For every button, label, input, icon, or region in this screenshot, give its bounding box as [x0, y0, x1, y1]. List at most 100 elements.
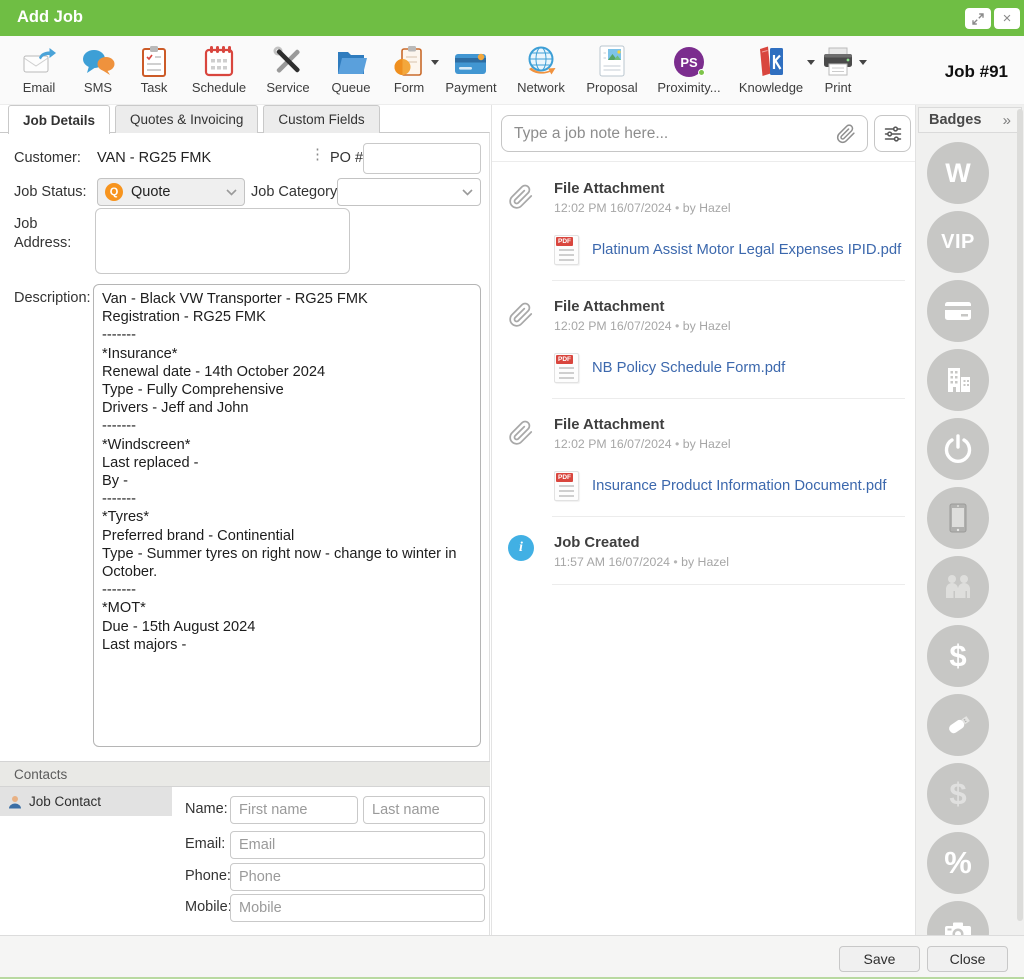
toolbar-network-button[interactable]: Network [512, 43, 570, 95]
dialog-title: Add Job [17, 8, 83, 27]
toolbar-schedule-button[interactable]: Schedule [188, 43, 250, 95]
entry-title: File Attachment [554, 299, 905, 315]
contacts-list: Job Contact [0, 787, 172, 935]
entry-timestamp: 12:02 PM 16/07/2024 [554, 201, 672, 215]
job-number: Job #91 [945, 62, 1008, 82]
attach-file-icon[interactable] [836, 123, 856, 145]
attachment-link[interactable]: Platinum Assist Motor Legal Expenses IPI… [592, 242, 901, 258]
paperclip-icon [508, 419, 534, 452]
print-dropdown-caret-icon[interactable] [859, 60, 867, 65]
job-address-textarea[interactable] [95, 208, 350, 274]
note-filter-button[interactable] [874, 115, 911, 152]
job-status-select[interactable]: Q Quote [97, 178, 245, 206]
people-icon [940, 570, 976, 604]
close-footer-button[interactable]: Close [927, 946, 1008, 972]
expand-button[interactable] [965, 8, 991, 29]
toolbar-knowledge-label: Knowledge [739, 80, 803, 95]
toolbar-schedule-label: Schedule [192, 80, 246, 95]
info-icon: i [508, 535, 534, 561]
dollar-badge[interactable]: $ [927, 625, 989, 687]
mobile-badge[interactable] [927, 487, 989, 549]
toolbar-proximity-label: Proximity... [657, 80, 720, 95]
description-textarea[interactable]: Van - Black VW Transporter - RG25 FMK Re… [93, 284, 481, 747]
close-button[interactable]: × [994, 8, 1020, 29]
payment-icon [454, 43, 488, 77]
first-name-input[interactable] [230, 796, 358, 824]
close-icon: × [1003, 11, 1012, 26]
contact-email-label: Email: [185, 836, 225, 852]
tab-custom-fields[interactable]: Custom Fields [263, 105, 379, 133]
proposal-icon [597, 43, 627, 77]
toolbar-payment-button[interactable]: Payment [442, 43, 500, 95]
toolbar-task-button[interactable]: Task [132, 43, 176, 95]
proximity-icon: PS [674, 43, 704, 77]
w-badge[interactable]: W [927, 142, 989, 204]
toolbar-service-button[interactable]: Service [262, 43, 314, 95]
entry-author: by Hazel [672, 201, 731, 215]
percent-badge[interactable]: % [927, 832, 989, 894]
toolbar-queue-button[interactable]: Queue [326, 43, 376, 95]
toolbar-proposal-button[interactable]: Proposal [582, 43, 642, 95]
tab-job-details[interactable]: Job Details [8, 105, 110, 134]
attachment-link[interactable]: NB Policy Schedule Form.pdf [592, 360, 785, 376]
filter-sliders-icon [883, 124, 903, 144]
network-icon [525, 43, 557, 77]
job-note-input[interactable] [501, 115, 868, 152]
building-badge[interactable] [927, 349, 989, 411]
job-details-panel: Customer: VAN - RG25 FMK ⋮ PO # Job Stat… [0, 132, 490, 935]
po-input[interactable] [363, 143, 481, 174]
tab-bar: Job Details Quotes & Invoicing Custom Fi… [8, 105, 380, 134]
schedule-icon [202, 43, 236, 77]
mobile-device-icon [941, 500, 975, 536]
knowledge-dropdown-caret-icon[interactable] [807, 60, 815, 65]
toolbar-knowledge-button[interactable]: Knowledge [736, 43, 806, 95]
credit-card-icon [940, 293, 976, 329]
dollar-faded-badge[interactable]: $ [927, 763, 989, 825]
vip-badge[interactable]: VIP [927, 211, 989, 273]
contact-email-input[interactable] [230, 831, 485, 859]
tab-quotes-invoicing[interactable]: Quotes & Invoicing [115, 105, 258, 133]
attachment-link[interactable]: Insurance Product Information Document.p… [592, 478, 886, 494]
toolbar-form-button[interactable]: Form [388, 43, 430, 95]
toolbar-email-button[interactable]: Email [14, 43, 64, 95]
person-icon [8, 795, 22, 809]
contact-phone-input[interactable] [230, 863, 485, 891]
paperclip-icon [508, 301, 534, 334]
camera-icon [940, 914, 976, 935]
entry-author: by Hazel [672, 437, 731, 451]
badges-collapse-icon[interactable]: » [1003, 112, 1011, 129]
chevron-down-icon [226, 189, 237, 196]
save-button[interactable]: Save [839, 946, 920, 972]
credit-card-badge[interactable] [927, 280, 989, 342]
badges-scrollbar[interactable] [1017, 109, 1023, 927]
footer-bar: Save Close [0, 935, 1024, 979]
toolbar-sms-button[interactable]: SMS [76, 43, 120, 95]
job-status-value: Quote [131, 184, 226, 200]
last-name-input[interactable] [363, 796, 485, 824]
toolbar-proximity-button[interactable]: PS Proximity... [654, 43, 724, 95]
entry-timestamp: 12:02 PM 16/07/2024 [554, 319, 672, 333]
activity-entry-attachment-3: File Attachment 12:02 PM 16/07/2024by Ha… [502, 399, 905, 517]
form-dropdown-caret-icon[interactable] [431, 60, 439, 65]
toolbar-network-label: Network [517, 80, 565, 95]
toolbar-print-button[interactable]: Print [818, 43, 858, 95]
add-job-dialog: Add Job × Email SMS Task Schedule [0, 0, 1024, 979]
badges-title: Badges [929, 112, 1003, 128]
contact-list-item-job-contact[interactable]: Job Contact [0, 787, 172, 816]
job-category-select[interactable] [337, 178, 481, 206]
toolbar-form-label: Form [394, 80, 424, 95]
camera-badge[interactable] [927, 901, 989, 935]
power-badge[interactable] [927, 418, 989, 480]
pdf-file-icon: PDF [554, 353, 579, 383]
customer-value[interactable]: VAN - RG25 FMK [97, 150, 211, 166]
customer-options-kebab-icon[interactable]: ⋮ [310, 145, 325, 163]
entry-title: File Attachment [554, 181, 905, 197]
badges-panel: Badges » W VIP $ $ % [915, 105, 1024, 935]
toolbar-task-label: Task [141, 80, 168, 95]
toolbar: Email SMS Task Schedule Service Queue [0, 36, 1024, 105]
usb-badge[interactable] [927, 694, 989, 756]
activity-entry-attachment-1: File Attachment 12:02 PM 16/07/2024by Ha… [502, 163, 905, 281]
people-badge[interactable] [927, 556, 989, 618]
contact-mobile-input[interactable] [230, 894, 485, 922]
sms-icon [81, 43, 115, 77]
